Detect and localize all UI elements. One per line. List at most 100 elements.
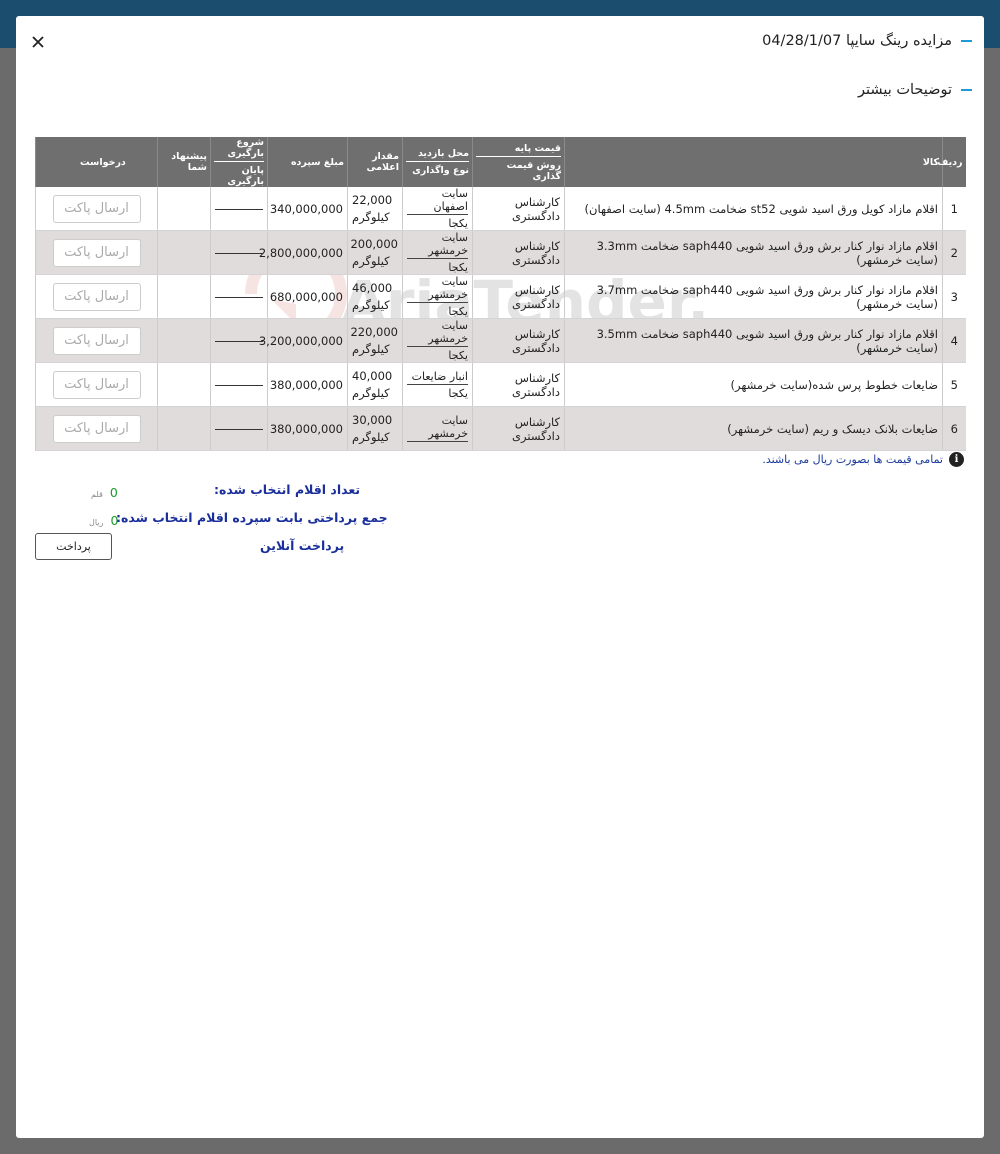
visit-place: سایت خرمشهر [407,414,468,442]
visit-place: سایت اصفهان [407,187,468,215]
empty-dash [215,208,263,210]
items-table: ردیف کالا قیمت پایه روش قیمت گذاری محل ب… [35,137,966,451]
loading-dates [210,230,268,275]
visit-place: سایت خرمشهر [407,275,468,303]
item-name: ضایعات بلانک دیسک و ریم (سایت خرمشهر) [564,406,943,451]
row-number: 3 [942,274,966,319]
more-info-text[interactable]: توضیحات بیشتر [858,82,952,98]
send-envelope-button[interactable]: ارسال پاکت [52,326,141,355]
quantity-value: 40,000 [352,368,393,383]
row-number: 2 [942,230,966,275]
place-cell: سایت خرمشهر یکجا [402,274,473,319]
quantity-value: 30,000 [352,412,393,427]
deposit-total: 0 ریال [89,510,118,529]
pricing-method: کارشناس دادگستری [472,187,565,231]
col-item: کالا [564,137,943,187]
your-offer [157,274,211,319]
quantity-unit: کیلوگرم [352,253,390,268]
visit-place: سایت خرمشهر [407,319,468,347]
item-name: اقلام مازاد نوار کنار برش ورق اسید شویی … [564,318,943,363]
request-cell: ارسال پاکت [35,274,158,319]
loading-dates [210,362,268,407]
info-icon: i [949,452,964,467]
quantity-unit: کیلوگرم [352,209,390,224]
loading-dates [210,274,268,319]
selected-count-value: 0 [109,485,118,500]
deposit-amount: 380,000,000 [267,406,348,451]
selected-count-unit: قلم [91,490,103,499]
quantity-cell: 30,000 کیلوگرم [347,406,403,451]
place-cell: سایت اصفهان یکجا [402,187,473,231]
quantity-value: 220,000 [350,324,398,339]
empty-dash [215,384,263,386]
col-request: درخواست [35,137,158,187]
col-your-offer: پیشنهاد شما [157,137,211,187]
close-icon[interactable] [30,34,46,50]
online-payment-label: پرداخت آنلاین [260,538,345,553]
send-envelope-button[interactable]: ارسال پاکت [52,414,141,443]
send-envelope-button[interactable]: ارسال پاکت [52,238,141,267]
modal-title-text: مزایده رینگ سایپا 04/28/1/07 [762,33,952,49]
place-cell: سایت خرمشهر یکجا [402,230,473,275]
your-offer [157,230,211,275]
more-info-dash [961,89,972,91]
deposit-amount: 380,000,000 [267,362,348,407]
col-deposit: مبلغ سپرده [267,137,348,187]
quantity-unit: کیلوگرم [352,385,390,400]
col-load-start: شروع بارگیری [214,137,264,162]
pricing-method: کارشناس دادگستری [472,230,565,275]
loading-dates [210,187,268,231]
item-name: اقلام مازاد کویل ورق اسید شویی st52 ضخام… [564,187,943,231]
quantity-unit: کیلوگرم [352,341,390,356]
your-offer [157,406,211,451]
col-price: قیمت پایه روش قیمت گذاری [472,137,565,187]
quantity-value: 200,000 [350,236,398,251]
pay-button[interactable]: پرداخت [35,533,112,560]
selected-count: 0 قلم [91,482,118,501]
row-number: 6 [942,406,966,451]
assignment-type: یکجا [448,349,468,362]
table-row: 3 اقلام مازاد نوار کنار برش ورق اسید شوی… [35,274,966,319]
assignment-type: یکجا [448,386,468,400]
loading-dates [210,318,268,363]
empty-dash [215,296,263,298]
send-envelope-button[interactable]: ارسال پاکت [52,194,141,223]
deposit-amount: 680,000,000 [267,274,348,319]
quantity-cell: 40,000 کیلوگرم [347,362,403,407]
quantity-unit: کیلوگرم [352,297,390,312]
deposit-total-value: 0 [110,513,119,528]
item-name: ضایعات خطوط پرس شده(سایت خرمشهر) [564,362,943,407]
currency-note: i تمامی قیمت ها بصورت ریال می باشند. [762,452,964,467]
item-name: اقلام مازاد نوار کنار برش ورق اسید شویی … [564,230,943,275]
more-info-link[interactable]: توضیحات بیشتر [858,82,972,98]
request-cell: ارسال پاکت [35,406,158,451]
place-cell: سایت خرمشهر یکجا [402,318,473,363]
col-load-end: پایان بارگیری [227,165,264,187]
title-dash [961,40,972,42]
col-loading: شروع بارگیری پایان بارگیری [210,137,268,187]
request-cell: ارسال پاکت [35,362,158,407]
deposit-amount: 340,000,000 [267,187,348,231]
your-offer [157,362,211,407]
quantity-value: 22,000 [352,192,393,207]
your-offer [157,318,211,363]
place-cell: انبار ضایعات یکجا [402,362,473,407]
pricing-method: کارشناس دادگستری [472,274,565,319]
deposit-total-label: جمع پرداختی بابت سپرده اقلام انتخاب شده: [116,510,388,525]
col-visit-place: محل بازدید [406,148,469,162]
quantity-cell: 220,000 کیلوگرم [347,318,403,363]
pricing-method: کارشناس دادگستری [472,318,565,363]
row-number: 1 [942,187,966,231]
modal-title: مزایده رینگ سایپا 04/28/1/07 [762,33,972,49]
request-cell: ارسال پاکت [35,187,158,231]
table-header-row: ردیف کالا قیمت پایه روش قیمت گذاری محل ب… [35,137,966,187]
col-assignment-type: نوع واگذاری [412,165,469,176]
assignment-type: یکجا [448,217,468,230]
send-envelope-button[interactable]: ارسال پاکت [52,370,141,399]
item-name: اقلام مازاد نوار کنار برش ورق اسید شویی … [564,274,943,319]
currency-note-text: تمامی قیمت ها بصورت ریال می باشند. [762,453,943,466]
send-envelope-button[interactable]: ارسال پاکت [52,282,141,311]
col-base-price: قیمت پایه [476,143,561,157]
quantity-unit: کیلوگرم [352,429,390,444]
your-offer [157,187,211,231]
